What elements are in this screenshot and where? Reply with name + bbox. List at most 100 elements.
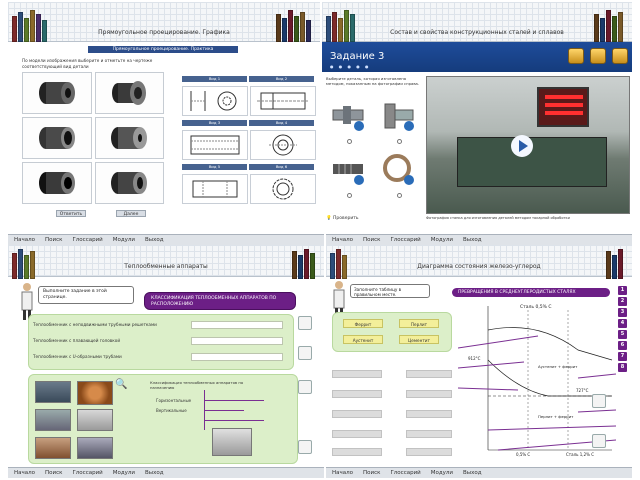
hint-icon[interactable]	[298, 316, 312, 330]
tech-drawing-icon	[190, 135, 240, 155]
step-button-4[interactable]: 4	[618, 319, 627, 328]
step-button-1[interactable]: 1	[618, 286, 627, 295]
cylinder-part-icon	[38, 172, 75, 194]
drop-slot[interactable]	[406, 390, 452, 398]
exit-icon[interactable]	[612, 48, 628, 64]
check-button[interactable]: Ответить	[56, 210, 86, 217]
drawing-cell[interactable]	[182, 130, 248, 160]
drop-slot[interactable]	[332, 430, 382, 438]
model-cell[interactable]	[22, 162, 92, 204]
drop-target-photo[interactable]	[212, 428, 252, 456]
option-radio[interactable]	[396, 139, 402, 144]
drop-slot[interactable]	[332, 390, 382, 398]
nav-modules[interactable]: Модули	[113, 237, 135, 243]
model-cell[interactable]	[94, 117, 164, 159]
cylinder-part-icon	[38, 127, 75, 149]
diagram-label: 912°C	[468, 356, 481, 361]
drawing-cell[interactable]	[250, 130, 316, 160]
nav-search[interactable]: Поиск	[363, 470, 380, 476]
nav-modules[interactable]: Модули	[113, 470, 135, 476]
row-label: Теплообменник с плавающей головкой	[33, 337, 289, 345]
model-cell[interactable]	[22, 117, 92, 159]
option-radio[interactable]	[346, 193, 352, 198]
model-cell[interactable]	[94, 72, 164, 114]
drawing-cell[interactable]	[182, 174, 248, 204]
play-button-icon[interactable]	[511, 135, 533, 157]
answer-field[interactable]	[191, 337, 283, 345]
nav-search[interactable]: Поиск	[45, 470, 62, 476]
fan-photo[interactable]	[77, 409, 113, 431]
drop-slot[interactable]	[406, 430, 452, 438]
option-radio[interactable]	[396, 193, 402, 198]
drop-slot[interactable]	[406, 410, 452, 418]
nav-home[interactable]: Начало	[332, 237, 353, 243]
unit-photo[interactable]	[77, 437, 113, 459]
bookmark-icon[interactable]	[590, 48, 606, 64]
drop-slot[interactable]	[332, 410, 382, 418]
drag-chip[interactable]: Феррит	[343, 319, 383, 328]
row-label: Теплообменник с U-образными трубами	[33, 353, 289, 361]
nav-exit[interactable]: Выход	[463, 237, 482, 243]
zoom-icon[interactable]	[592, 394, 606, 408]
drag-chip[interactable]: Перлит	[399, 319, 439, 328]
part-option[interactable]	[376, 98, 422, 144]
nav-exit[interactable]: Выход	[145, 470, 164, 476]
magnifier-icon[interactable]: 🔍	[115, 379, 127, 390]
cylinder-part-icon	[38, 82, 75, 104]
step-button-3[interactable]: 3	[618, 308, 627, 317]
option-radio[interactable]	[346, 139, 352, 144]
nav-glossary[interactable]: Глоссарий	[390, 470, 420, 476]
plate-photo[interactable]	[35, 409, 71, 431]
drawing-cell[interactable]	[250, 174, 316, 204]
help-icon[interactable]	[568, 48, 584, 64]
drop-slot[interactable]	[406, 448, 452, 456]
nav-glossary[interactable]: Глоссарий	[390, 237, 420, 243]
panel-heat-exchangers: Начало Поиск Глоссарий Модули Выход Тепл…	[8, 234, 324, 478]
books-right-icon	[274, 245, 320, 279]
hint-icon[interactable]	[592, 434, 606, 448]
drag-chip[interactable]: Аустенит	[343, 335, 383, 344]
drop-slot[interactable]	[406, 370, 452, 378]
nav-home[interactable]: Начало	[332, 470, 353, 476]
coil-photo[interactable]	[77, 381, 113, 405]
model-cell[interactable]	[94, 162, 164, 204]
drawing-cell[interactable]	[182, 86, 248, 116]
zoom-icon[interactable]	[298, 380, 312, 394]
step-button-7[interactable]: 7	[618, 352, 627, 361]
answer-field[interactable]	[191, 321, 283, 329]
part-option[interactable]	[326, 152, 372, 198]
book-header: Диаграмма состояния железо-углерод	[326, 245, 632, 279]
check-button[interactable]: 💡 Проверить	[326, 216, 359, 221]
hint-icon[interactable]	[298, 440, 312, 454]
answer-field[interactable]	[191, 353, 283, 361]
nav-search[interactable]: Поиск	[363, 237, 380, 243]
drop-slot[interactable]	[332, 448, 382, 456]
step-button-6[interactable]: 6	[618, 341, 627, 350]
nav-home[interactable]: Начало	[14, 237, 35, 243]
part-option[interactable]	[326, 98, 372, 144]
step-button-2[interactable]: 2	[618, 297, 627, 306]
nav-search[interactable]: Поиск	[45, 237, 62, 243]
part-option[interactable]	[376, 152, 422, 198]
exchanger-photo[interactable]	[35, 381, 71, 403]
panel-steels: Состав и свойства конструкционных сталей…	[322, 2, 632, 232]
nav-home[interactable]: Начало	[14, 470, 35, 476]
tube-photo[interactable]	[35, 437, 71, 459]
step-button-5[interactable]: 5	[618, 330, 627, 339]
nav-exit[interactable]: Выход	[463, 470, 482, 476]
books-right-icon	[270, 8, 316, 42]
nav-exit[interactable]: Выход	[145, 237, 164, 243]
next-button[interactable]: Далее	[116, 210, 146, 217]
nav-modules[interactable]: Модули	[431, 470, 453, 476]
drop-slot[interactable]	[332, 370, 382, 378]
step-button-8[interactable]: 8	[618, 363, 627, 372]
nav-glossary[interactable]: Глоссарий	[72, 237, 102, 243]
diagram-label: Сталь 0,5% С	[520, 304, 552, 310]
drawing-cell[interactable]	[250, 86, 316, 116]
model-cell[interactable]	[22, 72, 92, 114]
cylinder-part-icon	[112, 81, 147, 105]
nav-modules[interactable]: Модули	[431, 237, 453, 243]
drag-chip[interactable]: Цементит	[399, 335, 439, 344]
nav-glossary[interactable]: Глоссарий	[72, 470, 102, 476]
zoom-icon[interactable]	[298, 346, 312, 360]
